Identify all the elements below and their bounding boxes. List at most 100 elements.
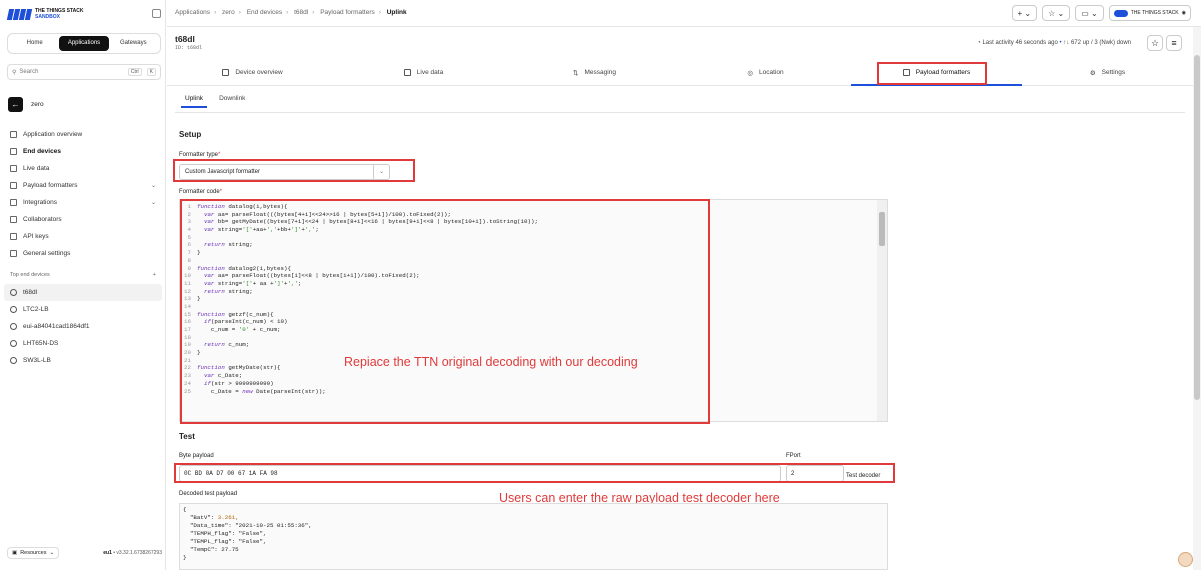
- star-button[interactable]: ☆: [1147, 35, 1163, 51]
- tab-label: Device overview: [235, 69, 283, 76]
- breadcrumb-item[interactable]: End devices: [247, 9, 282, 16]
- device-icon: [10, 340, 17, 347]
- sidebar-nav: Application overview End devices Live da…: [10, 126, 160, 262]
- breadcrumb-item[interactable]: t68dl: [294, 9, 308, 16]
- page-title: t68dl: [175, 34, 195, 44]
- json-line: "TEMPH_flag": "False",: [183, 530, 267, 537]
- device-list: t68dl LTC2-LB eui-a84041cad1864df1 LHT65…: [4, 284, 162, 369]
- sidebar-item-payload-formatters[interactable]: Payload formatters ⌄: [10, 177, 160, 194]
- add-button[interactable]: + ⌄: [1011, 5, 1038, 21]
- sidebar-item-label: Payload formatters: [23, 182, 78, 189]
- formatter-code-label: Formatter code*: [179, 189, 222, 195]
- sidebar-item-label: Live data: [23, 165, 50, 172]
- chevron-down-icon: ⌄: [150, 200, 156, 206]
- inbox-button[interactable]: ▭ ⌄: [1075, 5, 1104, 21]
- logo[interactable]: THE THINGS STACK SANDBOX: [6, 8, 84, 20]
- list-icon: [403, 69, 411, 76]
- device-icon: [10, 306, 17, 313]
- tab-uplink[interactable]: Uplink: [175, 91, 209, 108]
- avatar[interactable]: [1178, 552, 1193, 567]
- formatter-type-label: Formatter type*: [179, 152, 220, 158]
- sidebar-item-collaborators[interactable]: Collaborators: [10, 211, 160, 228]
- sidebar-item-end-devices[interactable]: End devices: [10, 143, 160, 160]
- brand-sub: SANDBOX: [35, 14, 61, 20]
- device-label: eui-a84041cad1864df1: [23, 323, 90, 330]
- resources-button[interactable]: ▣ Resources ⌄: [7, 547, 60, 559]
- tab-messaging[interactable]: ⇅ Messaging: [509, 60, 680, 85]
- search-input[interactable]: ⚲ Search Ctrl K: [7, 64, 161, 80]
- sidebar: THE THINGS STACK SANDBOX Home Applicatio…: [0, 0, 166, 570]
- annotation-box-formatter-type: [173, 159, 415, 182]
- list-item[interactable]: eui-a84041cad1864df1: [4, 318, 162, 335]
- menu-button[interactable]: ≡: [1166, 35, 1182, 51]
- sidebar-footer: ▣ Resources ⌄ eu1 • v3.32.1.6738267293: [7, 547, 162, 559]
- tab-gateways[interactable]: Gateways: [109, 36, 158, 51]
- device-icon: [222, 69, 230, 76]
- sidebar-item-integrations[interactable]: Integrations ⌄: [10, 194, 160, 211]
- device-header: t68dl ID: t68dl ◔ Last activity 46 secon…: [167, 27, 1193, 57]
- separator-dot: •: [1059, 40, 1062, 46]
- page-scroll-thumb[interactable]: [1194, 55, 1200, 400]
- tab-home[interactable]: Home: [10, 36, 59, 51]
- list-item[interactable]: LHT65N-DS: [4, 335, 162, 352]
- json-line: "BatV": 3.261,: [183, 514, 239, 521]
- shortcut-k: K: [146, 68, 156, 76]
- section-title: Top end devices: [10, 272, 50, 278]
- page-scrollbar[interactable]: [1193, 27, 1201, 570]
- breadcrumb-item[interactable]: Payload formatters: [320, 9, 375, 16]
- top-devices-header: Top end devices +: [10, 272, 156, 278]
- sidebar-item-label: Collaborators: [23, 216, 62, 223]
- last-activity: Last activity 46 seconds ago: [982, 40, 1058, 46]
- annotation-box-payload-tab: [877, 62, 987, 85]
- label-text: Formatter code: [179, 189, 220, 195]
- users-icon: [10, 216, 17, 223]
- shortcut-ctrl: Ctrl: [127, 68, 142, 76]
- sidebar-item-live-data[interactable]: Live data: [10, 160, 160, 177]
- device-label: LTC2-LB: [23, 306, 49, 313]
- bookmark-button[interactable]: ☆ ⌄: [1042, 5, 1071, 21]
- user-menu-button[interactable]: THE THINGS STACK ◉: [1108, 5, 1191, 21]
- tab-live-data[interactable]: Live data: [338, 60, 509, 85]
- sidebar-item-general-settings[interactable]: General settings: [10, 245, 160, 262]
- tab-location[interactable]: ◎ Location: [680, 60, 851, 85]
- activity-status: ◔ Last activity 46 seconds ago • ↑↓ 672 …: [977, 40, 1131, 46]
- editor-scroll-thumb[interactable]: [879, 212, 885, 246]
- search-icon: ⚲: [12, 69, 17, 76]
- tab-device-overview[interactable]: Device overview: [167, 60, 338, 85]
- sidebar-item-label: Application overview: [23, 131, 83, 138]
- add-device-icon[interactable]: +: [153, 272, 156, 278]
- editor-scrollbar[interactable]: [877, 200, 887, 421]
- top-tabs: Home Applications Gateways: [7, 33, 161, 54]
- back-arrow-icon[interactable]: ←: [8, 97, 23, 112]
- app-root: THE THINGS STACK SANDBOX Home Applicatio…: [0, 0, 1201, 570]
- tab-label: Location: [759, 69, 784, 76]
- list-item[interactable]: t68dl: [4, 284, 162, 301]
- arrows-icon: ⇅: [573, 69, 579, 77]
- search-placeholder: Search: [19, 69, 39, 75]
- breadcrumb-item[interactable]: Applications: [175, 9, 210, 16]
- annotation-box-test: [174, 463, 895, 483]
- sidebar-collapse-icon[interactable]: [152, 9, 161, 18]
- region-label: eu1: [103, 550, 112, 556]
- byte-payload-label: Byte payload: [179, 453, 214, 459]
- list-item[interactable]: LTC2-LB: [4, 301, 162, 318]
- sidebar-item-label: End devices: [23, 148, 61, 155]
- sidebar-item-label: API keys: [23, 233, 49, 240]
- tab-applications[interactable]: Applications: [59, 36, 109, 51]
- json-line: "Data_time": "2021-10-25 01:55:36",: [183, 522, 312, 529]
- list-icon: [10, 165, 17, 172]
- version-label: • v3.32.1.6738267293: [113, 550, 162, 556]
- list-item[interactable]: SW3L-LB: [4, 352, 162, 369]
- avatar-icon: ◉: [1181, 10, 1186, 16]
- traffic-counter: ↑↓ 672 up / 3 (Nwk) down: [1063, 40, 1131, 46]
- breadcrumb-item[interactable]: zero: [222, 9, 235, 16]
- user-label: THE THINGS STACK: [1130, 10, 1179, 16]
- sidebar-item-application-overview[interactable]: Application overview: [10, 126, 160, 143]
- required-mark: *: [218, 152, 221, 158]
- divider: [175, 112, 1185, 113]
- fport-label: FPort: [786, 453, 801, 459]
- chevron-down-icon: ⌄: [150, 183, 156, 189]
- sidebar-item-api-keys[interactable]: API keys: [10, 228, 160, 245]
- tab-settings[interactable]: ⚙ Settings: [1022, 60, 1193, 85]
- tab-downlink[interactable]: Downlink: [209, 91, 251, 108]
